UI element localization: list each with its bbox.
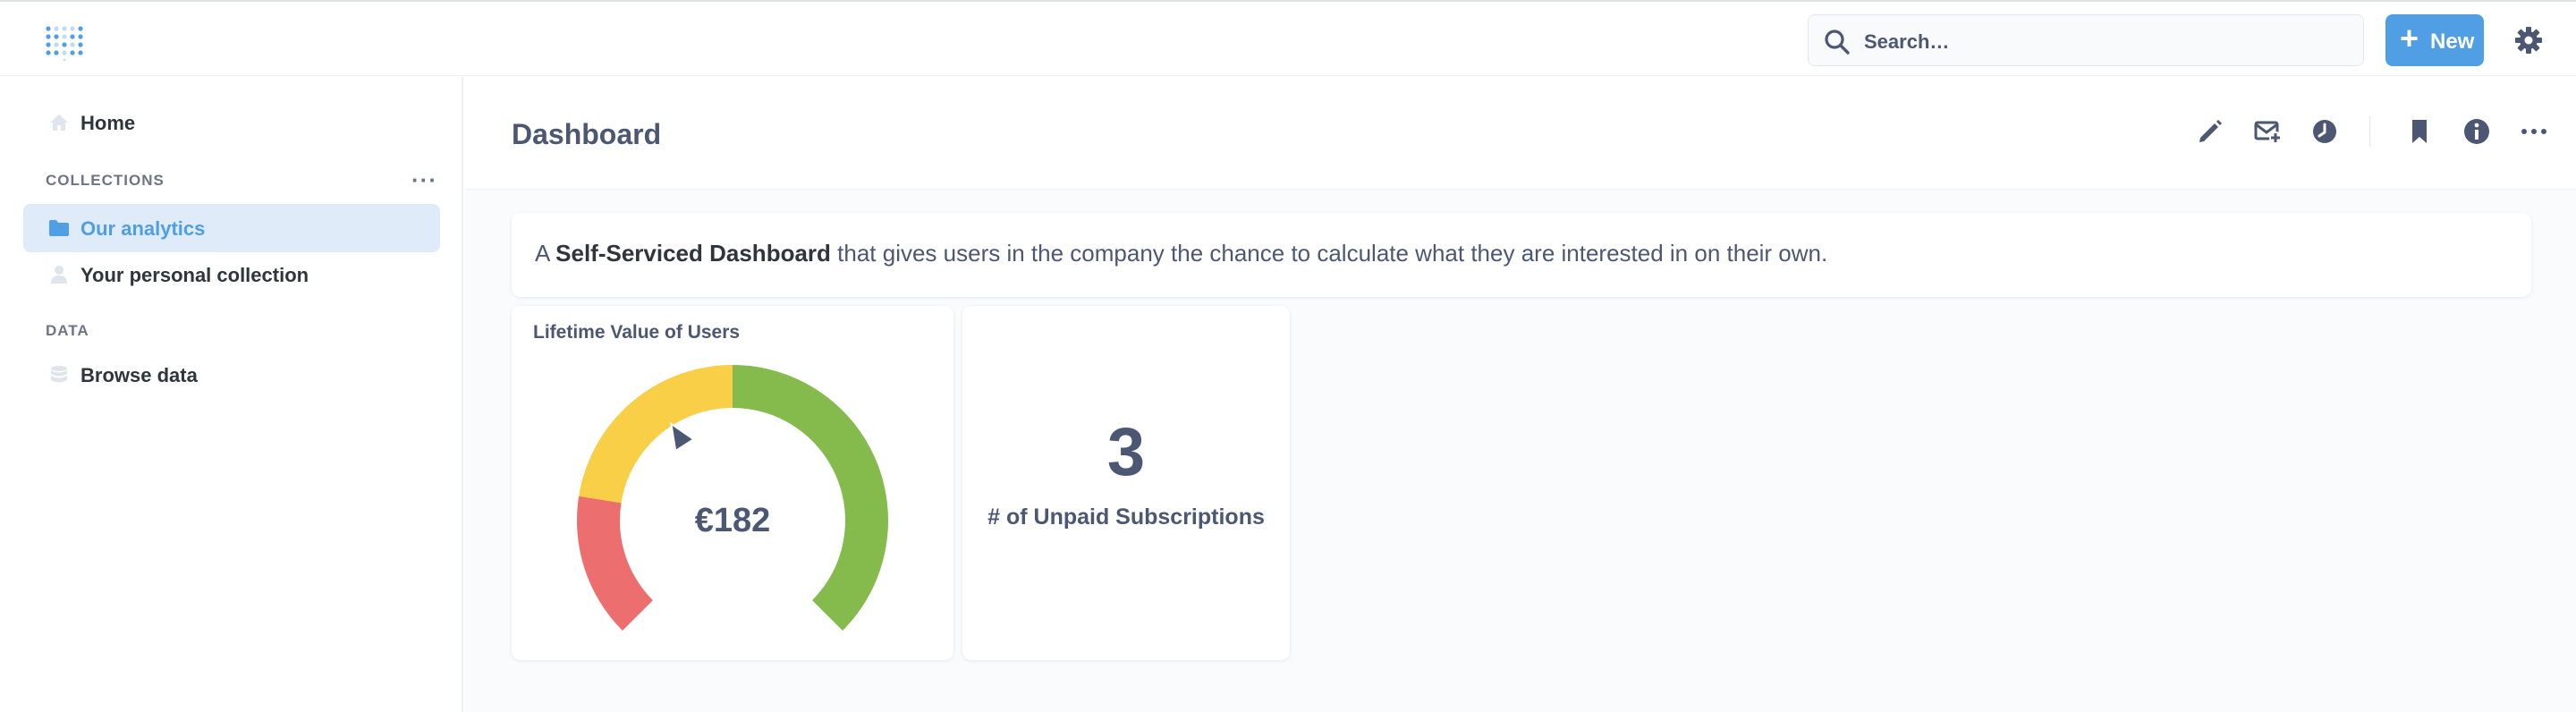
top-nav-bar: Search… + New [0, 0, 2576, 76]
gauge-value: €182 [695, 502, 771, 539]
search-input[interactable]: Search… [1808, 14, 2364, 66]
plus-icon: + [2400, 20, 2419, 56]
scalar-card[interactable]: 3 # of Unpaid Subscriptions [962, 306, 1290, 660]
card-title: Lifetime Value of Users [533, 322, 741, 343]
sidebar-item-home[interactable]: Home [23, 98, 440, 147]
sidebar-item-label: Browse data [80, 364, 198, 386]
sidebar-item-label: Your personal collection [80, 264, 309, 286]
text-card: A Self-Serviced Dashboard that gives use… [512, 213, 2531, 297]
gauge-segment [733, 365, 888, 631]
folder-icon [49, 220, 69, 236]
scalar-label: # of Unpaid Subscriptions [987, 504, 1265, 530]
gauge-segment [579, 365, 733, 504]
sidebar-item-personal-collection[interactable]: Your personal collection [23, 250, 440, 299]
person-icon [51, 266, 67, 284]
gear-icon[interactable] [2513, 25, 2544, 55]
info-icon[interactable] [2462, 116, 2492, 147]
search-placeholder: Search… [1864, 30, 1950, 53]
sidebar-item-our-analytics[interactable]: Our analytics [23, 204, 440, 252]
gauge-chart: €182 [577, 365, 888, 631]
main-content: Dashboard A Self-Serviced Dashboard that… [465, 77, 2576, 712]
more-icon[interactable] [2519, 116, 2549, 147]
database-icon [51, 366, 67, 383]
collections-more-icon[interactable]: ··· [411, 166, 437, 194]
collections-heading: COLLECTIONS [46, 172, 165, 189]
subscription-icon[interactable] [2252, 116, 2283, 147]
header-divider [2369, 116, 2370, 147]
sidebar: Home COLLECTIONS ··· Our analytics Your … [0, 77, 463, 712]
home-icon [50, 114, 68, 131]
data-heading: DATA [46, 322, 89, 339]
gauge-segment [577, 496, 653, 631]
text-card-content: A Self-Serviced Dashboard that gives use… [535, 240, 1828, 267]
new-button-label: New [2430, 30, 2475, 54]
sidebar-item-label: Our analytics [80, 217, 206, 240]
gauge-card[interactable]: Lifetime Value of Users €182 [512, 306, 953, 660]
new-button[interactable]: + New [2385, 14, 2484, 66]
scalar-value: 3 [1106, 414, 1146, 490]
gauge-needle [670, 421, 696, 453]
page-title: Dashboard [512, 118, 662, 150]
sidebar-item-label: Home [80, 112, 136, 134]
search-icon [1825, 30, 1850, 55]
metabase-logo-icon[interactable] [45, 25, 84, 62]
history-icon[interactable] [2309, 116, 2340, 147]
dashboard-header: Dashboard [465, 77, 2576, 190]
text-card-bold: Self-Serviced Dashboard [555, 240, 831, 267]
pencil-icon[interactable] [2195, 116, 2225, 147]
bookmark-icon[interactable] [2404, 116, 2435, 147]
sidebar-item-browse-data[interactable]: Browse data [23, 351, 440, 399]
